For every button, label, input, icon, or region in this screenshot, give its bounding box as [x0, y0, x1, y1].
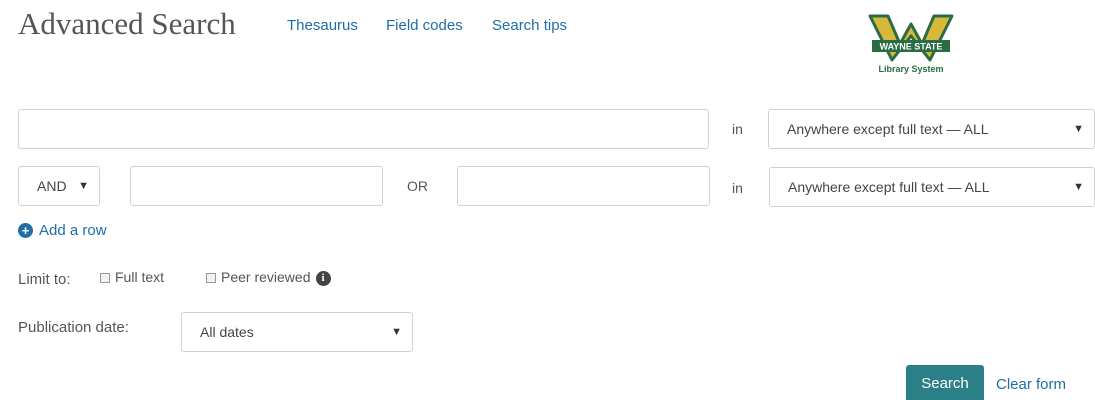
thesaurus-link[interactable]: Thesaurus: [287, 17, 358, 34]
limit-to-label: Limit to:: [18, 271, 71, 288]
wayne-state-logo: WAYNE STATE Library System: [868, 14, 954, 80]
in-label-2: in: [732, 180, 743, 196]
search-field-select-2-value: Anywhere except full text — ALL: [788, 179, 990, 195]
boolean-operator-value: AND: [37, 178, 67, 194]
boolean-operator-select[interactable]: AND ▼: [18, 166, 100, 206]
search-term-input-2[interactable]: [130, 166, 383, 206]
or-label: OR: [407, 178, 428, 194]
full-text-label: Full text: [115, 269, 165, 285]
info-icon[interactable]: i: [315, 270, 331, 286]
wayne-state-w-icon: WAYNE STATE: [868, 14, 954, 62]
full-text-checkbox[interactable]: [100, 273, 110, 284]
search-term-input-1[interactable]: [18, 109, 709, 149]
logo-name: WAYNE STATE: [880, 42, 943, 52]
full-text-option[interactable]: Full text: [100, 269, 164, 285]
publication-date-value: All dates: [200, 324, 254, 340]
peer-reviewed-label: Peer reviewed: [221, 269, 311, 285]
add-row-link[interactable]: + Add a row: [18, 222, 107, 239]
search-term-input-3[interactable]: [457, 166, 710, 206]
logo-subtitle: Library System: [878, 64, 944, 74]
search-field-select-1-value: Anywhere except full text — ALL: [787, 121, 989, 137]
plus-circle-icon: +: [18, 223, 33, 238]
search-button[interactable]: Search: [906, 365, 984, 400]
peer-reviewed-option[interactable]: Peer reviewed i: [206, 269, 331, 286]
in-label-1: in: [732, 121, 743, 137]
page-title: Advanced Search: [18, 6, 236, 41]
caret-down-icon: ▼: [1073, 123, 1084, 135]
clear-form-link[interactable]: Clear form: [996, 376, 1066, 393]
publication-date-label: Publication date:: [18, 319, 129, 336]
search-field-select-2[interactable]: Anywhere except full text — ALL ▼: [769, 167, 1095, 207]
caret-down-icon: ▼: [391, 326, 402, 338]
peer-reviewed-checkbox[interactable]: [206, 273, 216, 284]
search-tips-link[interactable]: Search tips: [492, 17, 567, 34]
search-field-select-1[interactable]: Anywhere except full text — ALL ▼: [768, 109, 1095, 149]
field-codes-link[interactable]: Field codes: [386, 17, 463, 34]
add-row-label: Add a row: [39, 222, 107, 239]
caret-down-icon: ▼: [1073, 181, 1084, 193]
caret-down-icon: ▼: [78, 180, 89, 192]
publication-date-select[interactable]: All dates ▼: [181, 312, 413, 352]
